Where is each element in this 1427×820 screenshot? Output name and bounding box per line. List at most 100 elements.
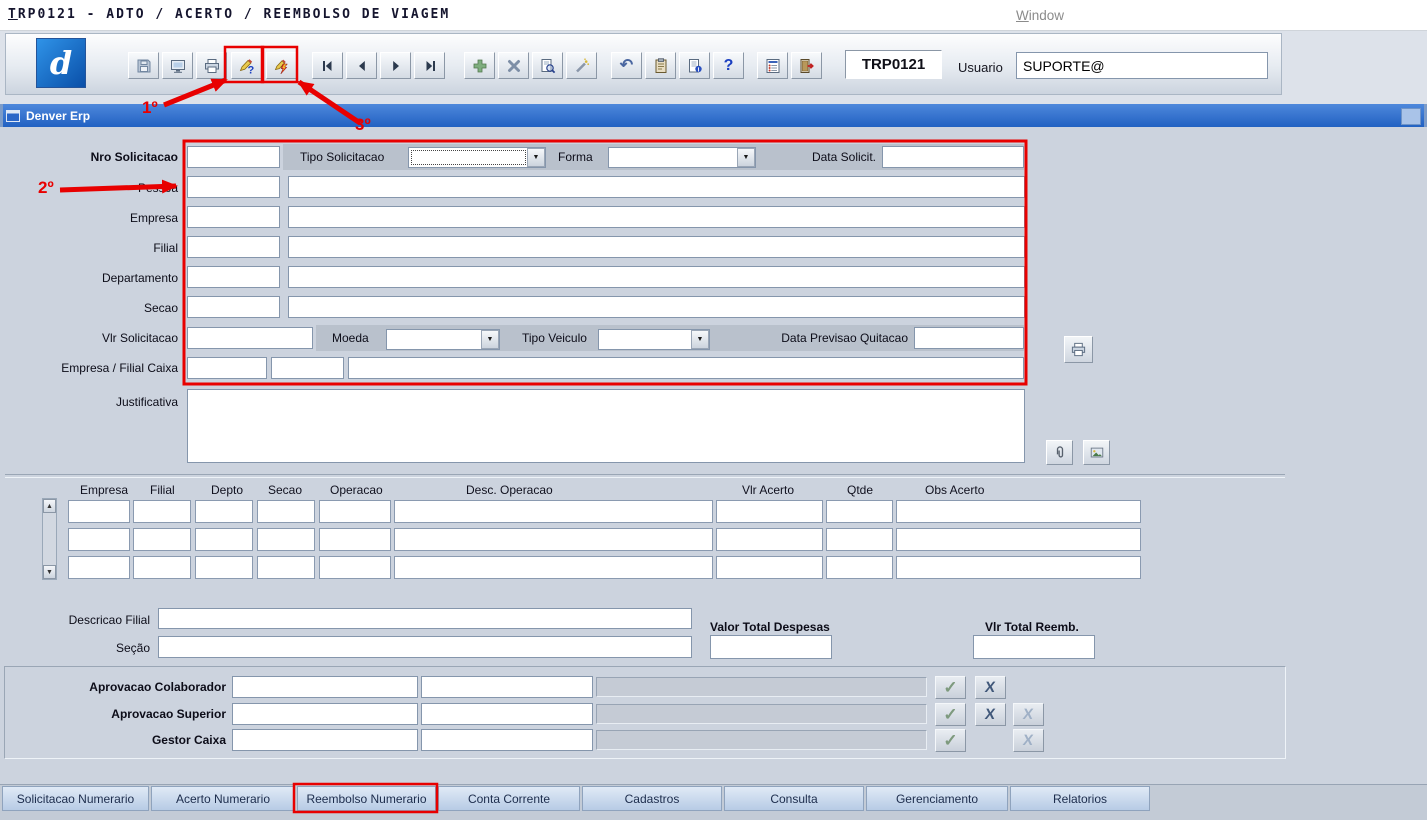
aprovacao-superior-input2[interactable] bbox=[421, 703, 593, 725]
enter-query-button[interactable]: ? bbox=[231, 52, 262, 79]
aprovacao-superior-reject-button[interactable]: X bbox=[975, 703, 1006, 726]
image-button[interactable] bbox=[1083, 440, 1110, 465]
grid-cell-empresa[interactable] bbox=[68, 528, 130, 551]
chevron-down-icon[interactable]: ▼ bbox=[527, 148, 545, 167]
filial-caixa-input[interactable] bbox=[271, 357, 344, 379]
gestor-caixa-input1[interactable] bbox=[232, 729, 418, 751]
tab-consulta[interactable]: Consulta bbox=[724, 786, 864, 811]
tab-conta-corrente[interactable]: Conta Corrente bbox=[438, 786, 580, 811]
data-solicit-input[interactable] bbox=[882, 146, 1024, 168]
user-input[interactable] bbox=[1016, 52, 1268, 79]
grid-cell-filial[interactable] bbox=[133, 500, 191, 523]
previous-record-button[interactable] bbox=[346, 52, 377, 79]
vlr-total-reemb-input[interactable] bbox=[973, 635, 1095, 659]
aprovacao-superior-approve-button[interactable]: ✓ bbox=[935, 703, 966, 726]
grid-cell-depto[interactable] bbox=[195, 500, 253, 523]
undo-button[interactable]: ↶ bbox=[611, 52, 642, 79]
scroll-down-button[interactable]: ▼ bbox=[43, 565, 56, 579]
data-previsao-quitacao-input[interactable] bbox=[914, 327, 1024, 349]
screen-button[interactable] bbox=[162, 52, 193, 79]
execute-query-button[interactable] bbox=[266, 52, 297, 79]
filial-code-input[interactable] bbox=[187, 236, 280, 258]
last-record-button[interactable] bbox=[414, 52, 445, 79]
pessoa-desc-input[interactable] bbox=[288, 176, 1025, 198]
chevron-down-icon[interactable]: ▼ bbox=[737, 148, 755, 167]
menu-button[interactable] bbox=[757, 52, 788, 79]
vlr-solicitacao-input[interactable] bbox=[187, 327, 313, 349]
gestor-caixa-cancel-button[interactable]: X bbox=[1013, 729, 1044, 752]
chevron-down-icon[interactable]: ▼ bbox=[691, 330, 709, 349]
aprovacao-colaborador-approve-button[interactable]: ✓ bbox=[935, 676, 966, 699]
aprovacao-superior-input1[interactable] bbox=[232, 703, 418, 725]
grid-cell-operacao[interactable] bbox=[319, 528, 391, 551]
moeda-select[interactable]: ▼ bbox=[386, 329, 500, 350]
caixa-desc-input[interactable] bbox=[348, 357, 1024, 379]
clipboard-button[interactable] bbox=[645, 52, 676, 79]
insert-record-button[interactable] bbox=[464, 52, 495, 79]
form-info-button[interactable]: i bbox=[679, 52, 710, 79]
tab-acerto-numerario[interactable]: Acerto Numerario bbox=[151, 786, 295, 811]
gestor-caixa-input2[interactable] bbox=[421, 729, 593, 751]
tab-solicitacao-numerario[interactable]: Solicitacao Numerario bbox=[2, 786, 149, 811]
delete-record-button[interactable] bbox=[498, 52, 529, 79]
empresa-caixa-input[interactable] bbox=[187, 357, 267, 379]
grid-cell-desc-operacao[interactable] bbox=[394, 556, 713, 579]
secao-footer-input[interactable] bbox=[158, 636, 692, 658]
clear-form-button[interactable] bbox=[566, 52, 597, 79]
aprovacao-colaborador-input1[interactable] bbox=[232, 676, 418, 698]
print-report-button[interactable] bbox=[1064, 336, 1093, 363]
valor-total-despesas-input[interactable] bbox=[710, 635, 832, 659]
scroll-up-button[interactable]: ▲ bbox=[43, 499, 56, 513]
grid-cell-obs-acerto[interactable] bbox=[896, 500, 1141, 523]
chevron-down-icon[interactable]: ▼ bbox=[481, 330, 499, 349]
help-button[interactable]: ? bbox=[713, 52, 744, 79]
tab-reembolso-numerario[interactable]: Reembolso Numerario bbox=[297, 786, 436, 811]
grid-cell-depto[interactable] bbox=[195, 528, 253, 551]
grid-cell-obs-acerto[interactable] bbox=[896, 528, 1141, 551]
forma-select[interactable]: ▼ bbox=[608, 147, 756, 168]
grid-cell-vlr-acerto[interactable] bbox=[716, 500, 823, 523]
grid-cell-operacao[interactable] bbox=[319, 500, 391, 523]
caption-right-button[interactable] bbox=[1401, 108, 1421, 125]
gestor-caixa-approve-button[interactable]: ✓ bbox=[935, 729, 966, 752]
grid-cell-desc-operacao[interactable] bbox=[394, 528, 713, 551]
aprovacao-superior-cancel-button[interactable]: X bbox=[1013, 703, 1044, 726]
tab-gerenciamento[interactable]: Gerenciamento bbox=[866, 786, 1008, 811]
filial-desc-input[interactable] bbox=[288, 236, 1025, 258]
justificativa-textarea[interactable] bbox=[187, 389, 1025, 463]
secao-desc-input[interactable] bbox=[288, 296, 1025, 318]
tab-relatorios[interactable]: Relatorios bbox=[1010, 786, 1150, 811]
grid-cell-filial[interactable] bbox=[133, 556, 191, 579]
aprovacao-colaborador-reject-button[interactable]: X bbox=[975, 676, 1006, 699]
grid-cell-vlr-acerto[interactable] bbox=[716, 528, 823, 551]
grid-cell-qtde[interactable] bbox=[826, 528, 893, 551]
first-record-button[interactable] bbox=[312, 52, 343, 79]
grid-cell-operacao[interactable] bbox=[319, 556, 391, 579]
grid-cell-obs-acerto[interactable] bbox=[896, 556, 1141, 579]
grid-cell-depto[interactable] bbox=[195, 556, 253, 579]
menu-item-window[interactable]: Window bbox=[1016, 8, 1064, 23]
grid-cell-secao[interactable] bbox=[257, 500, 315, 523]
empresa-code-input[interactable] bbox=[187, 206, 280, 228]
grid-cell-empresa[interactable] bbox=[68, 556, 130, 579]
grid-cell-qtde[interactable] bbox=[826, 556, 893, 579]
grid-cell-secao[interactable] bbox=[257, 528, 315, 551]
tipo-solicitacao-select[interactable]: ▼ bbox=[408, 147, 546, 168]
departamento-desc-input[interactable] bbox=[288, 266, 1025, 288]
aprovacao-colaborador-input2[interactable] bbox=[421, 676, 593, 698]
grid-cell-qtde[interactable] bbox=[826, 500, 893, 523]
grid-cell-vlr-acerto[interactable] bbox=[716, 556, 823, 579]
tipo-veiculo-select[interactable]: ▼ bbox=[598, 329, 710, 350]
pessoa-code-input[interactable] bbox=[187, 176, 280, 198]
secao-code-input[interactable] bbox=[187, 296, 280, 318]
grid-cell-empresa[interactable] bbox=[68, 500, 130, 523]
grid-cell-desc-operacao[interactable] bbox=[394, 500, 713, 523]
save-button[interactable] bbox=[128, 52, 159, 79]
next-record-button[interactable] bbox=[380, 52, 411, 79]
tab-cadastros[interactable]: Cadastros bbox=[582, 786, 722, 811]
query-form-button[interactable] bbox=[532, 52, 563, 79]
empresa-desc-input[interactable] bbox=[288, 206, 1025, 228]
exit-button[interactable] bbox=[791, 52, 822, 79]
departamento-code-input[interactable] bbox=[187, 266, 280, 288]
grid-cell-secao[interactable] bbox=[257, 556, 315, 579]
